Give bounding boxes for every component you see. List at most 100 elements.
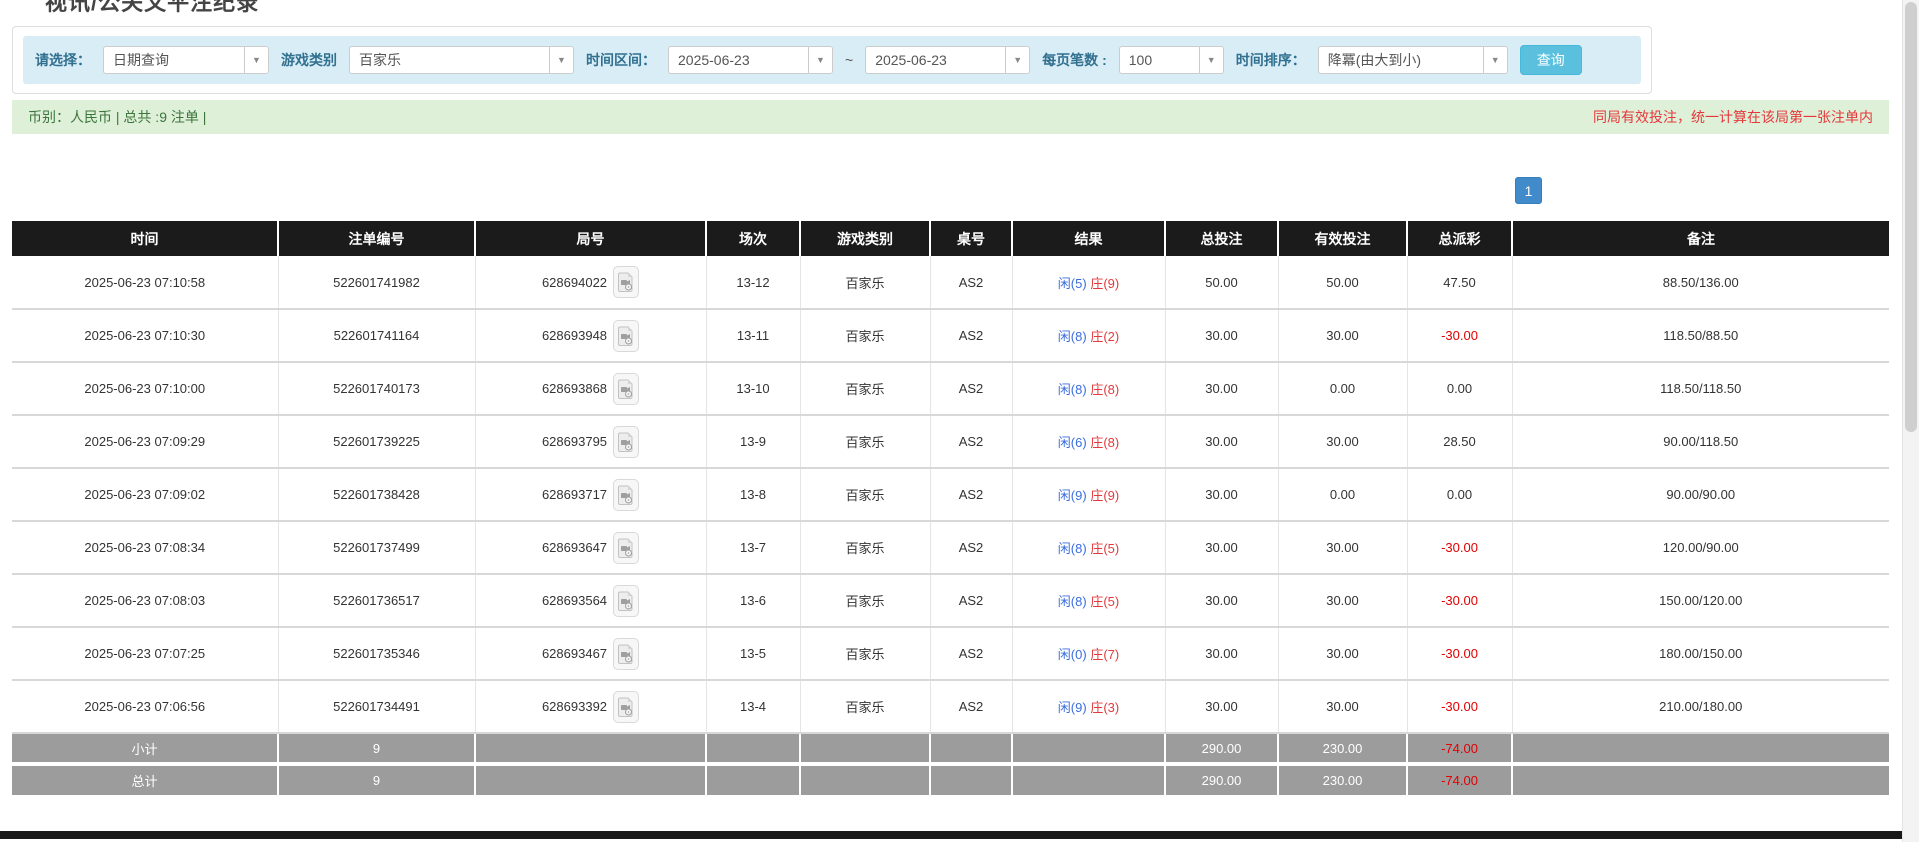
date-to-select[interactable]: 2025-06-23 ▼: [865, 46, 1030, 74]
cell-bet-id: 522601734491: [278, 680, 475, 733]
cell-total-bet-link[interactable]: 30.00: [1165, 309, 1278, 362]
cell-total-bet-link[interactable]: 30.00: [1165, 521, 1278, 574]
cell-session: 13-8: [706, 468, 800, 521]
col-header-session: 场次: [706, 221, 800, 256]
col-header-game: 游戏类别: [800, 221, 930, 256]
cell-result: 闲(5) 庄(9): [1012, 256, 1165, 309]
cell-game-type: 百家乐: [800, 468, 930, 521]
result-banker: 庄(9): [1090, 276, 1119, 291]
result-player: 闲(8): [1058, 541, 1087, 556]
round-number: 628693795: [542, 434, 607, 449]
subtotal-total-bet: 290.00: [1165, 733, 1278, 764]
cell-total-bet-link[interactable]: 50.00: [1165, 256, 1278, 309]
subtotal-count: 9: [278, 733, 475, 764]
query-type-label: 请选择：: [35, 50, 91, 70]
table-row: 2025-06-23 07:06:56 522601734491 6286933…: [12, 680, 1889, 733]
video-replay-icon[interactable]: [613, 585, 639, 617]
cell-table-number: AS2: [930, 362, 1012, 415]
vertical-scrollbar[interactable]: [1902, 0, 1919, 842]
cell-total-bet-link[interactable]: 30.00: [1165, 362, 1278, 415]
vertical-scrollbar-thumb[interactable]: [1905, 2, 1917, 432]
table-row: 2025-06-23 07:08:03 522601736517 6286935…: [12, 574, 1889, 627]
cell-game-type: 百家乐: [800, 627, 930, 680]
col-header-note: 备注: [1512, 221, 1889, 256]
game-type-select[interactable]: 百家乐 ▼: [349, 46, 574, 74]
grand-total-valid-bet: 230.00: [1278, 764, 1407, 795]
video-replay-icon[interactable]: [613, 266, 639, 298]
round-number: 628694022: [542, 275, 607, 290]
result-banker: 庄(8): [1090, 382, 1119, 397]
video-replay-icon[interactable]: [613, 638, 639, 670]
page-size-select[interactable]: 100 ▼: [1119, 46, 1224, 74]
cell-time: 2025-06-23 07:08:34: [12, 521, 278, 574]
cell-round: 628693948: [475, 309, 706, 362]
summary-bar: 币别：人民币 | 总共 :9 注单 | 同局有效投注，统一计算在该局第一张注单内: [12, 100, 1889, 134]
date-from-select[interactable]: 2025-06-23 ▼: [668, 46, 833, 74]
cell-total-bet-link[interactable]: 30.00: [1165, 415, 1278, 468]
query-type-value: 日期查询: [104, 47, 244, 73]
cell-payout: -30.00: [1407, 627, 1512, 680]
video-replay-icon[interactable]: [613, 373, 639, 405]
cell-total-bet-link[interactable]: 30.00: [1165, 468, 1278, 521]
grand-total-count: 9: [278, 764, 475, 795]
chevron-down-icon[interactable]: ▼: [1005, 47, 1029, 73]
cell-total-bet-link[interactable]: 30.00: [1165, 627, 1278, 680]
result-banker: 庄(5): [1090, 541, 1119, 556]
round-number: 628693564: [542, 593, 607, 608]
result-banker: 庄(3): [1090, 700, 1119, 715]
page-size-label: 每页笔数 :: [1042, 50, 1107, 70]
cell-table-number: AS2: [930, 521, 1012, 574]
cell-time: 2025-06-23 07:09:02: [12, 468, 278, 521]
chevron-down-icon[interactable]: ▼: [1199, 47, 1223, 73]
table-row: 2025-06-23 07:08:34 522601737499 6286936…: [12, 521, 1889, 574]
col-header-result: 结果: [1012, 221, 1165, 256]
bet-records-table: 时间 注单编号 局号 场次 游戏类别 桌号 结果 总投注 有效投注 总派彩 备注…: [12, 221, 1889, 795]
chevron-down-icon[interactable]: ▼: [1483, 47, 1507, 73]
cell-time: 2025-06-23 07:06:56: [12, 680, 278, 733]
currency-total-text: 币别：人民币 | 总共 :9 注单 |: [28, 107, 206, 127]
cell-table-number: AS2: [930, 680, 1012, 733]
result-player: 闲(0): [1058, 647, 1087, 662]
cell-time: 2025-06-23 07:09:29: [12, 415, 278, 468]
cell-note: 150.00/120.00: [1512, 574, 1889, 627]
chevron-down-icon[interactable]: ▼: [244, 47, 268, 73]
col-header-time: 时间: [12, 221, 278, 256]
cell-valid-bet: 0.00: [1278, 468, 1407, 521]
video-replay-icon[interactable]: [613, 426, 639, 458]
result-banker: 庄(9): [1090, 488, 1119, 503]
result-player: 闲(9): [1058, 488, 1087, 503]
cell-valid-bet: 30.00: [1278, 680, 1407, 733]
cell-total-bet-link[interactable]: 30.00: [1165, 680, 1278, 733]
grand-total-total-bet: 290.00: [1165, 764, 1278, 795]
video-replay-icon[interactable]: [613, 691, 639, 723]
cell-game-type: 百家乐: [800, 521, 930, 574]
chevron-down-icon[interactable]: ▼: [549, 47, 573, 73]
cell-result: 闲(8) 庄(5): [1012, 521, 1165, 574]
cell-payout: 0.00: [1407, 468, 1512, 521]
col-header-table: 桌号: [930, 221, 1012, 256]
tilde-separator: ~: [845, 52, 853, 68]
round-number: 628693948: [542, 328, 607, 343]
table-row: 2025-06-23 07:09:02 522601738428 6286937…: [12, 468, 1889, 521]
query-button[interactable]: 查询: [1520, 45, 1582, 75]
chevron-down-icon[interactable]: ▼: [808, 47, 832, 73]
result-player: 闲(9): [1058, 700, 1087, 715]
cell-payout: -30.00: [1407, 309, 1512, 362]
horizontal-scrollbar[interactable]: [0, 831, 1902, 839]
cell-table-number: AS2: [930, 256, 1012, 309]
video-replay-icon[interactable]: [613, 532, 639, 564]
pagination-page-1[interactable]: 1: [1515, 177, 1542, 204]
cell-total-bet-link[interactable]: 30.00: [1165, 574, 1278, 627]
cell-game-type: 百家乐: [800, 309, 930, 362]
round-number: 628693868: [542, 381, 607, 396]
cell-note: 90.00/118.50: [1512, 415, 1889, 468]
table-header-row: 时间 注单编号 局号 场次 游戏类别 桌号 结果 总投注 有效投注 总派彩 备注: [12, 221, 1889, 256]
video-replay-icon[interactable]: [613, 320, 639, 352]
cell-valid-bet: 50.00: [1278, 256, 1407, 309]
cell-table-number: AS2: [930, 309, 1012, 362]
query-type-select[interactable]: 日期查询 ▼: [103, 46, 269, 74]
cell-bet-id: 522601740173: [278, 362, 475, 415]
video-replay-icon[interactable]: [613, 479, 639, 511]
time-sort-select[interactable]: 降冪(由大到小) ▼: [1318, 46, 1508, 74]
cell-game-type: 百家乐: [800, 680, 930, 733]
